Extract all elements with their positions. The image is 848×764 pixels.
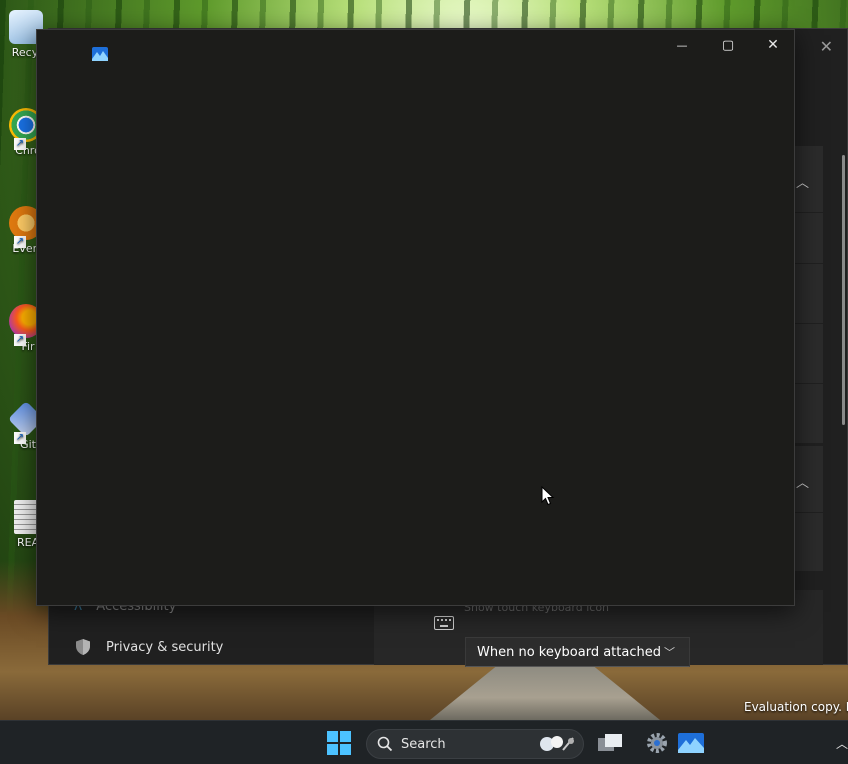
photos-app-button[interactable]	[676, 721, 706, 764]
shortcut-arrow-icon: ↗	[14, 334, 26, 346]
nav-item-privacy-security[interactable]: Privacy & security	[74, 638, 223, 656]
photos-app-icon	[92, 47, 108, 61]
photos-app-icon	[678, 732, 704, 753]
search-icon	[377, 736, 393, 752]
chevron-down-icon: ﹀	[664, 646, 675, 659]
maximize-button[interactable]: ▢	[705, 30, 751, 60]
maximize-icon: ▢	[721, 37, 735, 53]
evaluation-watermark: Evaluation copy. Bu	[744, 700, 848, 714]
minimize-button[interactable]: —	[659, 30, 705, 60]
taskbar-search-box[interactable]: Search	[366, 729, 584, 759]
close-button[interactable]: ✕	[750, 30, 796, 60]
settings-app-button[interactable]	[642, 721, 672, 764]
close-icon[interactable]: ✕	[820, 37, 833, 56]
minimize-icon: —	[676, 38, 688, 52]
chevron-up-icon[interactable]: ︿	[796, 172, 809, 191]
gear-icon	[647, 732, 667, 753]
shortcut-arrow-icon: ↗	[14, 236, 26, 248]
windows-logo-icon	[327, 730, 351, 755]
touch-keyboard-dropdown[interactable]: When no keyboard attached ﹀	[465, 637, 690, 667]
chevron-up-icon[interactable]: ︿	[796, 472, 809, 491]
photos-window[interactable]: — ▢ ✕	[36, 29, 795, 606]
search-highlight-icon	[540, 736, 574, 751]
shortcut-arrow-icon: ↗	[14, 138, 26, 150]
taskbar: Search ︿	[0, 720, 848, 764]
dropdown-value: When no keyboard attached	[477, 644, 661, 660]
tray-overflow-chevron-icon[interactable]: ︿	[836, 735, 848, 752]
mouse-cursor-icon	[541, 486, 555, 506]
task-view-button[interactable]	[594, 721, 626, 764]
close-icon: ✕	[767, 37, 779, 53]
search-placeholder: Search	[401, 736, 446, 752]
keyboard-icon	[434, 616, 454, 630]
start-button[interactable]	[322, 721, 356, 764]
shield-icon	[76, 639, 90, 655]
nav-item-label: Privacy & security	[106, 639, 224, 655]
readme-file-icon	[14, 500, 38, 534]
task-view-icon	[598, 733, 622, 751]
shortcut-arrow-icon: ↗	[14, 432, 26, 444]
scrollbar[interactable]	[842, 155, 845, 425]
